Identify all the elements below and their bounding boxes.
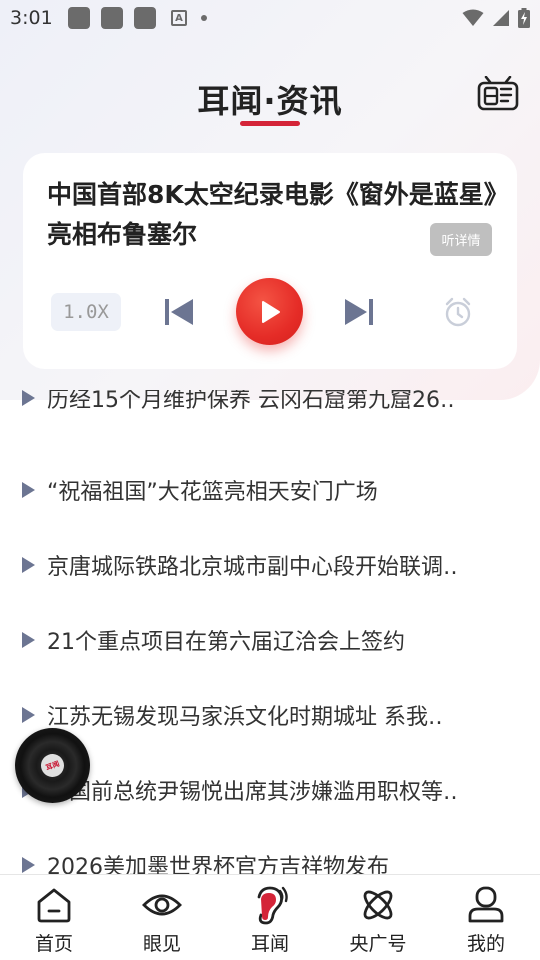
play-bullet-icon [22,557,35,573]
app-notification-icon [101,7,123,29]
play-icon [261,300,280,323]
play-bullet-icon [22,857,35,873]
bottom-nav: 首页 眼见 耳闻 央广号 我的 [0,874,540,960]
nav-label: 首页 [34,933,73,955]
battery-charging-icon [518,8,530,28]
status-indicators [462,8,530,28]
ear-icon [257,886,288,925]
eye-icon [142,894,182,916]
playback-speed-button[interactable]: 1.0X [51,293,121,331]
alarm-clock-icon[interactable] [444,297,472,327]
news-title: 江苏无锡发现马家浜文化时期城址 系我‥ [47,705,443,730]
news-title: 21个重点项目在第六届辽洽会上签约 [47,630,405,655]
nav-label: 我的 [466,933,505,955]
app-notification-icon [68,7,90,29]
news-title: 2026美加墨世界杯官方吉祥物发布 [47,855,389,874]
home-icon [37,888,71,923]
news-list: 历经15个月维护保养 云冈石窟第九窟26‥ “祝福祖国”大花篮亮相天安门广场 京… [0,390,540,874]
nav-item-profile[interactable]: 我的 [432,875,540,960]
play-bullet-icon [22,482,35,498]
nav-item-listen[interactable]: 耳闻 [216,875,324,960]
play-button[interactable] [236,278,303,345]
status-bar: 3:01 A [0,0,540,36]
news-title: 历经15个月维护保养 云冈石窟第九窟26‥ [47,390,455,413]
list-item[interactable]: “祝福祖国”大花篮亮相天安门广场 [22,470,522,510]
play-bullet-icon [22,632,35,648]
next-icon[interactable] [343,296,375,328]
page-header: 耳闻·资讯 [0,68,540,128]
disc-label: 耳闻 [37,750,68,781]
list-item[interactable]: 2026美加墨世界杯官方吉祥物发布 [22,845,522,874]
play-bullet-icon [22,707,35,723]
title-underline [240,121,300,126]
cellular-icon [493,10,509,26]
list-item[interactable]: 21个重点项目在第六届辽洽会上签约 [22,620,522,660]
nav-item-cnr-account[interactable]: 央广号 [324,875,432,960]
wifi-icon [462,9,484,26]
list-item[interactable]: 历经15个月维护保养 云冈石窟第九窟26‥ [22,390,522,418]
nav-item-see[interactable]: 眼见 [108,875,216,960]
news-title: 京唐城际铁路北京城市副中心段开始联调‥ [47,555,458,580]
status-time: 3:01 [10,7,53,29]
atom-icon [363,890,393,920]
list-item[interactable]: 江苏无锡发现马家浜文化时期城址 系我‥ [22,695,522,735]
nav-label: 央广号 [349,933,407,955]
dot-icon [201,15,207,21]
app-notification-icon [134,7,156,29]
nav-item-home[interactable]: 首页 [0,875,108,960]
player-card: 中国首部8K太空纪录电影《窗外是蓝星》亮相布鲁塞尔 听详情 1.0X [23,153,517,369]
vinyl-disc-icon[interactable]: 耳闻 [15,728,90,803]
user-icon [468,886,504,923]
previous-icon[interactable] [163,296,195,328]
list-item[interactable]: 京唐城际铁路北京城市副中心段开始联调‥ [22,545,522,585]
font-a-icon: A [171,10,187,26]
nav-label: 眼见 [142,933,181,955]
news-title: “祝福祖国”大花篮亮相天安门广场 [47,480,378,505]
nav-label: 耳闻 [250,933,289,955]
radio-icon[interactable] [477,76,519,112]
news-title: 韩国前总统尹锡悦出席其涉嫌滥用职权等‥ [47,780,458,805]
list-item[interactable]: 韩国前总统尹锡悦出席其涉嫌滥用职权等‥ [22,770,522,810]
listen-detail-button[interactable]: 听详情 [430,223,492,256]
play-bullet-icon [22,390,35,406]
page-title: 耳闻·资讯 [197,82,343,120]
